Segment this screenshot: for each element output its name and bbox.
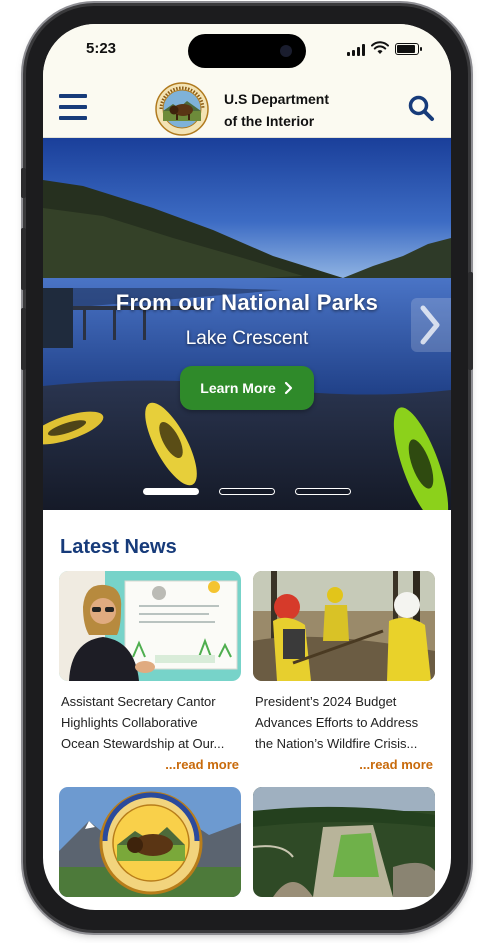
hero-subtitle: Lake Crescent bbox=[185, 328, 309, 349]
agency-name-line2: of the Interior bbox=[224, 113, 315, 129]
silent-switch bbox=[21, 168, 26, 198]
site-header: U.S Department of the Interior bbox=[43, 80, 451, 138]
lake-crescent-photo bbox=[43, 138, 451, 510]
status-icons bbox=[347, 41, 422, 56]
news-card-text-2[interactable]: President’s 2024 Budget Advances Efforts… bbox=[255, 691, 441, 754]
carousel-dot-1[interactable] bbox=[143, 488, 199, 495]
agency-name[interactable]: U.S Department of the Interior bbox=[224, 88, 329, 132]
hamburger-menu-icon[interactable] bbox=[59, 94, 87, 120]
news-headline-line: Highlights Collaborative bbox=[61, 715, 198, 730]
news-card-image-3[interactable] bbox=[59, 787, 241, 897]
news-card-text-1[interactable]: Assistant Secretary Cantor Highlights Co… bbox=[61, 691, 247, 754]
hero-title: From our National Parks bbox=[115, 290, 379, 315]
news-card-image-4[interactable] bbox=[253, 787, 435, 897]
news-card-image-2[interactable] bbox=[253, 571, 435, 681]
news-headline-line: Advances Efforts to Address bbox=[255, 715, 419, 730]
wildfire-crew-photo bbox=[253, 571, 435, 681]
aerial-reclamation-site-photo bbox=[253, 787, 435, 897]
search-icon[interactable] bbox=[407, 94, 435, 122]
status-bar: 5:23 bbox=[43, 24, 451, 80]
news-headline-line: Ocean Stewardship at Our... bbox=[61, 736, 225, 751]
agency-name-line1: U.S Department bbox=[224, 91, 330, 107]
learn-more-label: Learn More bbox=[200, 380, 276, 396]
doi-seal-logo[interactable] bbox=[155, 82, 209, 136]
battery-icon bbox=[395, 43, 422, 55]
carousel-dot-2[interactable] bbox=[219, 488, 275, 495]
chevron-right-icon bbox=[420, 305, 440, 345]
carousel-dot-3[interactable] bbox=[295, 488, 351, 495]
volume-down-button bbox=[21, 308, 26, 370]
ocean-stewardship-photo bbox=[59, 571, 241, 681]
latest-news-heading: Latest News bbox=[60, 536, 177, 558]
news-headline-line: President’s 2024 Budget bbox=[255, 694, 397, 709]
cellular-signal-icon bbox=[347, 44, 365, 56]
volume-up-button bbox=[21, 228, 26, 290]
doi-seal-mountains-photo bbox=[59, 787, 241, 897]
hero-carousel[interactable]: From our National Parks Lake Crescent Le… bbox=[43, 138, 451, 510]
power-button bbox=[468, 272, 473, 370]
dynamic-island bbox=[188, 34, 306, 68]
status-time: 5:23 bbox=[86, 40, 117, 57]
chevron-right-icon bbox=[284, 381, 292, 395]
learn-more-button[interactable]: Learn More bbox=[180, 366, 314, 410]
wifi-icon bbox=[371, 41, 389, 54]
carousel-next-button[interactable] bbox=[411, 298, 451, 352]
camera-icon bbox=[280, 45, 292, 57]
phone-screen: 5:23 U.S Department of the Interior From… bbox=[43, 24, 451, 910]
read-more-link-2[interactable]: ...read more bbox=[251, 757, 433, 772]
news-card-image-1[interactable] bbox=[59, 571, 241, 681]
news-headline-line: Assistant Secretary Cantor bbox=[61, 694, 216, 709]
read-more-link-1[interactable]: ...read more bbox=[57, 757, 239, 772]
news-headline-line: the Nation’s Wildfire Crisis... bbox=[255, 736, 418, 751]
